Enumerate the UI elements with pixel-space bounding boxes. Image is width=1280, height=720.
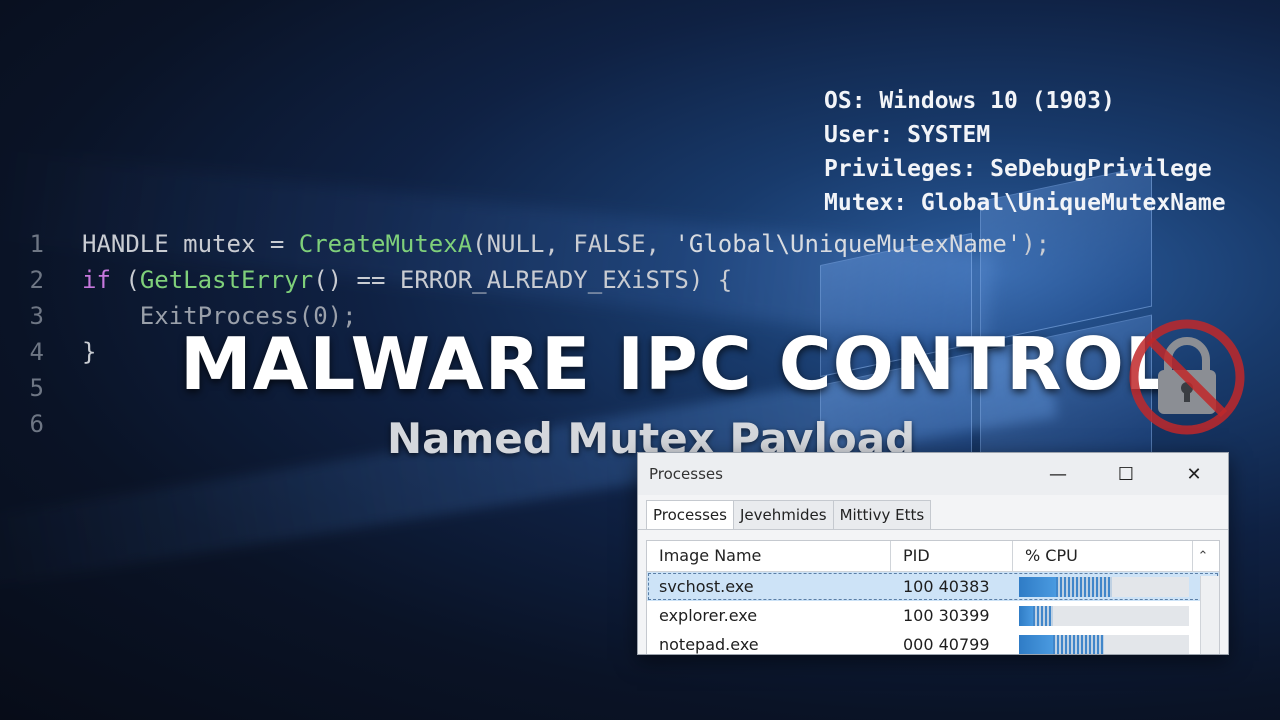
cpu-usage-graph [1053, 634, 1104, 654]
tab-third[interactable]: Mittivy Etts [832, 500, 932, 529]
window-title: Processes [649, 465, 723, 483]
window-titlebar[interactable]: Processes — ☐ ✕ [638, 453, 1228, 495]
line-number: 1 [29, 230, 44, 258]
process-pid: 100 40383 [903, 577, 990, 596]
process-name: explorer.exe [659, 606, 758, 625]
table-row[interactable]: explorer.exe 100 30399 [647, 601, 1219, 630]
process-table: Image Name PID % CPU ⌃ svchost.exe 100 40… [646, 540, 1220, 654]
code-token: 'Global\UniqueMutexName' [674, 230, 1022, 258]
scroll-up-icon[interactable]: ⌃ [1193, 549, 1213, 564]
sysinfo-privileges: Privileges: SeDebugPrivilege [824, 156, 1212, 182]
column-header-pid[interactable]: PID [891, 541, 1013, 571]
cpu-usage-fill [1019, 634, 1053, 654]
cpu-usage-graph [1032, 605, 1053, 626]
code-token: () == ERROR_ALREADY_EXiSTS) { [313, 266, 733, 294]
column-header-cpu[interactable]: % CPU [1013, 541, 1193, 571]
table-row[interactable]: notepad.exe 000 40799 [647, 630, 1219, 654]
cpu-usage-bar [1019, 576, 1189, 597]
minimize-button[interactable]: — [1024, 453, 1092, 495]
sysinfo-os: OS: Windows 10 (1903) [824, 88, 1115, 114]
line-number: 6 [29, 410, 44, 438]
tab-bar: Processes Jevehmides Mittivy Etts [638, 499, 1228, 530]
cpu-usage-graph [1056, 576, 1113, 597]
code-token: HANDLE mutex = [82, 230, 299, 258]
prohibited-lock-icon [1129, 319, 1245, 435]
code-token: if [82, 266, 111, 294]
line-number: 5 [29, 374, 44, 402]
process-name: svchost.exe [659, 577, 754, 596]
column-header-image-name[interactable]: Image Name [647, 541, 891, 571]
code-token: ( [110, 266, 140, 294]
tab-processes[interactable]: Processes [646, 500, 734, 529]
code-token: (NULL, FALSE, [472, 230, 675, 258]
table-row[interactable]: svchost.exe 100 40383 [647, 572, 1219, 601]
cpu-usage-bar [1019, 634, 1189, 654]
line-number: 3 [29, 302, 44, 330]
code-token: } [82, 338, 97, 366]
process-pid: 000 40799 [903, 635, 990, 654]
close-button[interactable]: ✕ [1160, 453, 1228, 495]
line-number: 4 [29, 338, 44, 366]
process-name: notepad.exe [659, 635, 759, 654]
table-header: Image Name PID % CPU ⌃ [647, 541, 1219, 572]
process-pid: 100 30399 [903, 606, 990, 625]
cpu-usage-fill [1019, 605, 1033, 626]
code-line: 1 HANDLE mutex = CreateMutexA (NULL, FALSE… [0, 226, 1051, 262]
sysinfo-user: User: SYSTEM [824, 122, 991, 148]
page-title: MALWARE IPC CONTROL [180, 322, 1172, 406]
system-info: OS: Windows 10 (1903) User: SYSTEM Privi… [824, 84, 1226, 220]
line-number: 2 [29, 266, 44, 294]
vertical-scrollbar[interactable] [1200, 576, 1219, 654]
task-manager-window[interactable]: Processes — ☐ ✕ Processes Jevehmides Mit… [637, 452, 1229, 655]
table-body: svchost.exe 100 40383 explorer.exe 100 3039… [647, 572, 1219, 654]
sysinfo-mutex: Mutex: Global\UniqueMutexName [824, 190, 1226, 216]
code-token: CreateMutexA [298, 230, 473, 258]
maximize-button[interactable]: ☐ [1092, 453, 1160, 495]
code-token: ); [1021, 230, 1051, 258]
cpu-usage-bar [1019, 605, 1189, 626]
cpu-usage-fill [1019, 576, 1057, 597]
tab-second[interactable]: Jevehmides [732, 500, 834, 529]
code-line: 2 if (GetLastErryr() == ERROR_ALREADY_EXi… [0, 262, 1050, 298]
code-token: GetLastErryr [139, 266, 314, 294]
